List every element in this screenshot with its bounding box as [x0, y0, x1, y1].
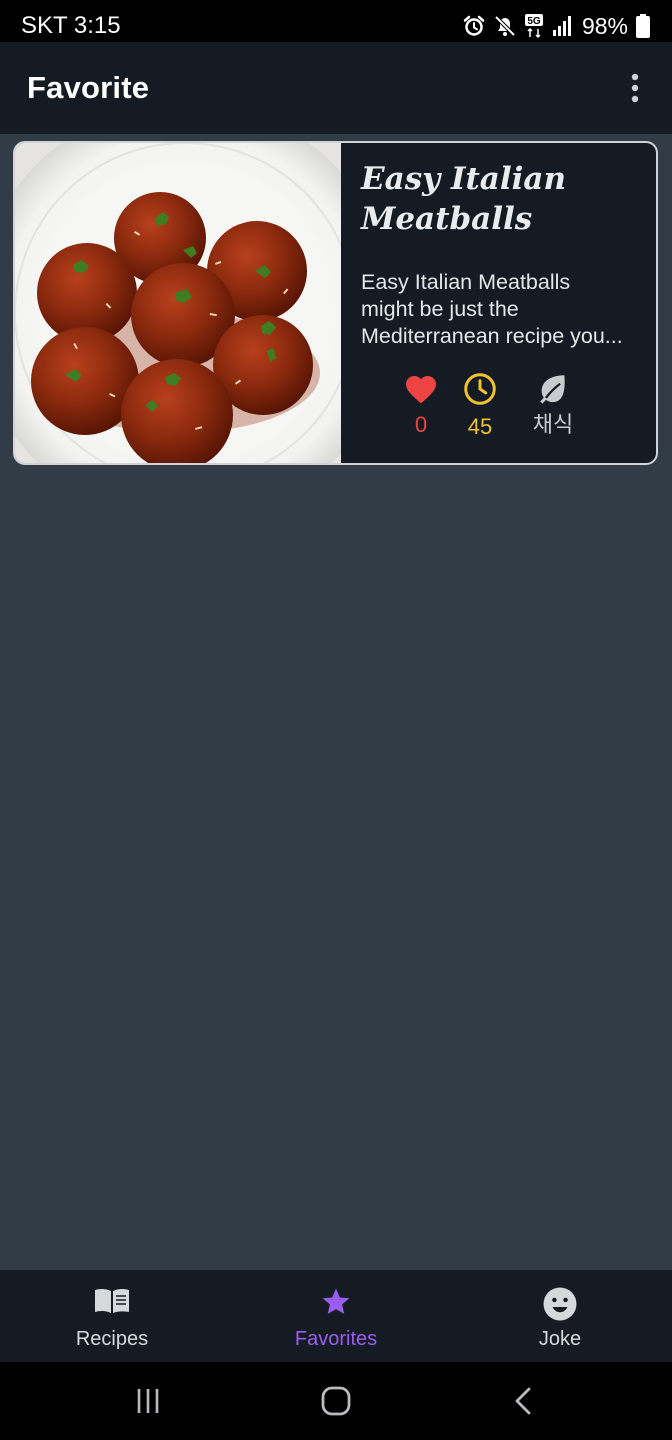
back-icon — [515, 1387, 531, 1415]
nav-item-joke[interactable]: Joke — [448, 1270, 672, 1362]
recipe-title: Easy Italian Meatballs — [361, 161, 567, 237]
recipe-body: Easy Italian Meatballs Easy Italian Meat… — [341, 143, 656, 463]
recipe-description-line: might be just the — [361, 297, 519, 321]
recipe-description-line: Easy Italian Meatballs — [361, 270, 571, 294]
app-bar: Favorite — [0, 42, 672, 134]
home-button[interactable] — [318, 1384, 354, 1418]
nav-label-recipes: Recipes — [75, 1328, 149, 1350]
mute-icon — [494, 15, 516, 37]
recipe-description: Easy Italian Meatballs might be just the… — [361, 269, 643, 350]
nav-label-joke: Joke — [538, 1328, 582, 1350]
recipe-description-line: Mediterranean recipe you... — [361, 324, 623, 348]
nav-item-recipes[interactable]: Recipes — [0, 1270, 224, 1362]
bottom-navigation: Recipes Favorites Joke — [0, 1270, 672, 1362]
battery-percent: 98% — [581, 13, 628, 39]
home-icon — [321, 1386, 351, 1416]
network-5g-icon: 5G — [524, 14, 543, 39]
smiley-icon — [543, 1287, 577, 1321]
signal-icon — [552, 16, 571, 36]
favorites-list[interactable]: Easy Italian Meatballs Easy Italian Meat… — [0, 134, 672, 1270]
status-icons: 5G 98% — [462, 10, 650, 42]
vegan-stat: 채식 — [523, 371, 583, 439]
battery-icon — [636, 14, 650, 38]
more-options-button[interactable] — [620, 70, 650, 106]
recipe-image — [15, 143, 341, 463]
vegan-label: 채식 — [532, 412, 574, 437]
time-minutes: 45 — [467, 414, 493, 439]
clock-icon — [464, 373, 496, 405]
likes-stat: 0 — [391, 371, 451, 439]
status-bar: SKT 3:15 5G 98% — [0, 0, 672, 42]
recipe-card[interactable]: Easy Italian Meatballs Easy Italian Meat… — [13, 141, 658, 465]
svg-text:5G: 5G — [527, 16, 541, 27]
leaf-icon — [540, 375, 565, 404]
alarm-icon — [463, 15, 485, 36]
time-stat: 45 — [450, 371, 510, 441]
nav-label-favorites: Favorites — [294, 1328, 378, 1350]
likes-count: 0 — [414, 412, 428, 437]
nav-item-favorites[interactable]: Favorites — [224, 1270, 448, 1362]
more-vert-icon — [631, 73, 639, 103]
system-navigation-bar — [0, 1362, 672, 1440]
heart-icon — [406, 376, 436, 404]
recent-apps-button[interactable] — [128, 1384, 168, 1418]
star-icon — [322, 1288, 350, 1314]
book-icon — [95, 1288, 129, 1313]
page-title: Favorite — [27, 70, 150, 105]
recent-apps-icon — [137, 1389, 159, 1413]
status-carrier-time: SKT 3:15 — [21, 12, 121, 39]
back-button[interactable] — [508, 1384, 538, 1418]
